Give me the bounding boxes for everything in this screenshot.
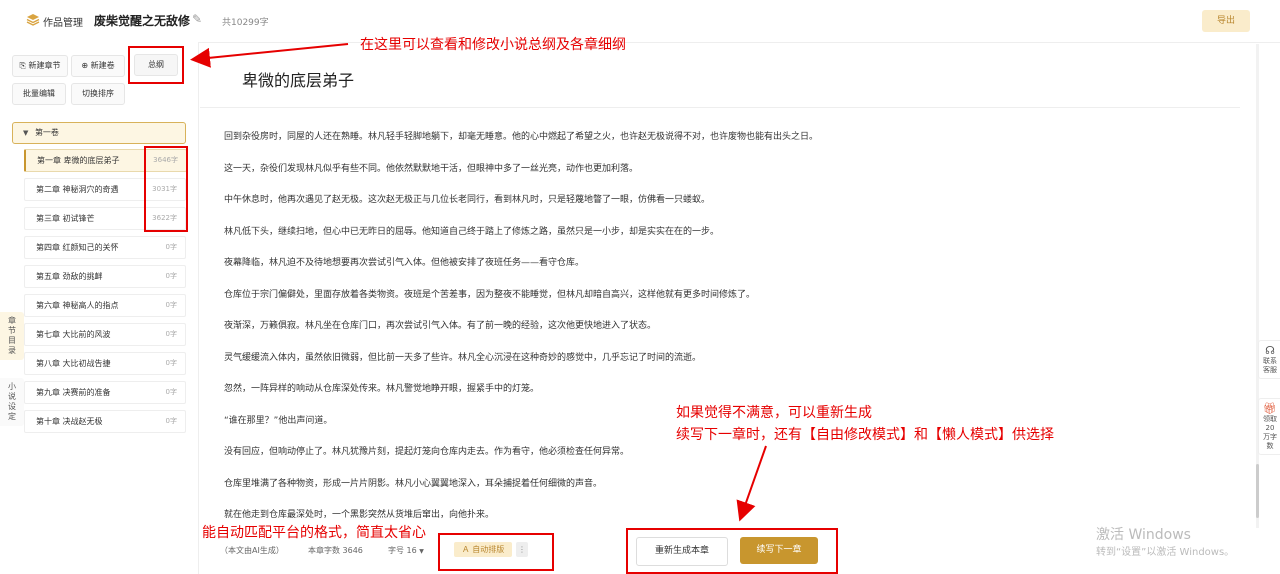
arrow-to-outline — [190, 43, 349, 68]
annotation-regenerate-2: 续写下一章时，还有【自由修改模式】和【懒人模式】供选择 — [676, 427, 1054, 443]
annotation-outline: 在这里可以查看和修改小说总纲及各章细纲 — [360, 37, 626, 53]
arrow-to-footer-actions — [736, 445, 767, 522]
annotation-regenerate-1: 如果觉得不满意，可以重新生成 — [676, 405, 872, 421]
annotation-arrows — [190, 43, 767, 522]
annotation-format: 能自动匹配平台的格式，简直太省心 — [202, 525, 426, 541]
